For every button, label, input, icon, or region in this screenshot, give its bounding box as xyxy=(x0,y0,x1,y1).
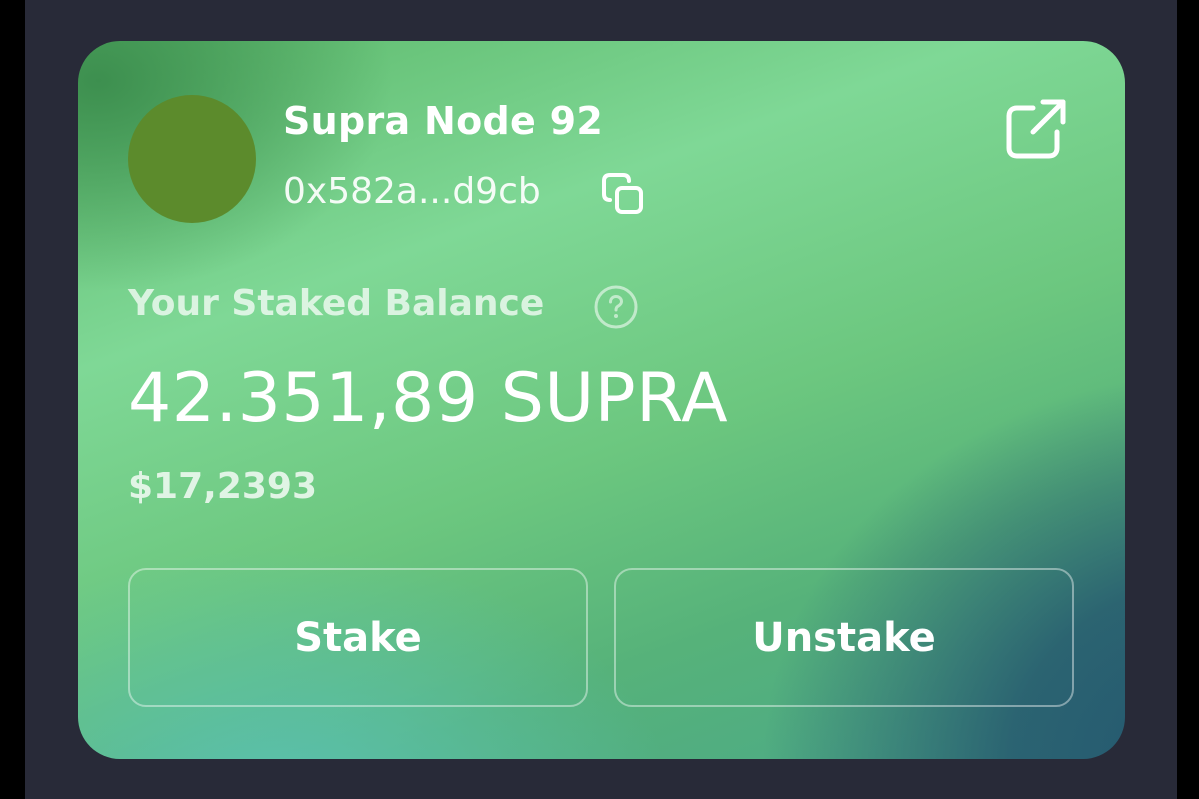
staked-balance-label: Your Staked Balance xyxy=(128,283,545,324)
help-circle-icon[interactable] xyxy=(592,283,640,331)
stake-button[interactable]: Stake xyxy=(128,568,588,707)
app-frame: Supra Node 92 0x582a...d9cb Your Staked … xyxy=(0,0,1199,799)
node-avatar xyxy=(128,95,256,223)
external-link-icon[interactable] xyxy=(1003,96,1069,162)
node-name: Supra Node 92 xyxy=(283,99,604,143)
node-address: 0x582a...d9cb xyxy=(283,171,541,212)
staked-amount: 42.351,89 SUPRA xyxy=(128,359,729,438)
copy-icon[interactable] xyxy=(598,169,648,219)
staking-card: Supra Node 92 0x582a...d9cb Your Staked … xyxy=(78,41,1125,759)
staked-usd-value: $17,2393 xyxy=(128,466,318,507)
unstake-button[interactable]: Unstake xyxy=(614,568,1074,707)
